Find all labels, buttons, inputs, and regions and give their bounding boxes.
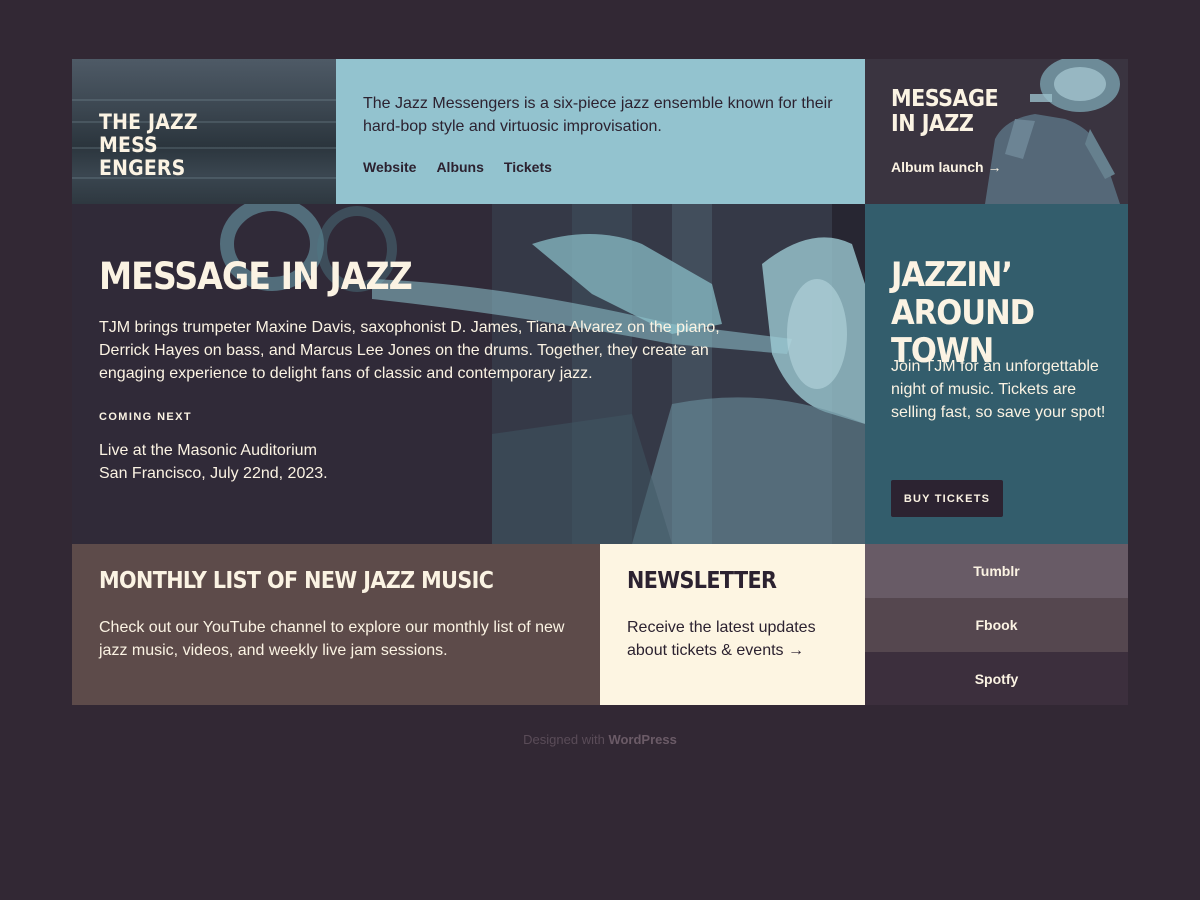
event-details: Live at the Masonic Auditorium San Franc… — [99, 439, 328, 485]
hero-block: MESSAGE IN JAZZ TJM brings trumpeter Max… — [72, 204, 865, 544]
tickets-title: JAZZIN’ AROUND TOWN — [891, 255, 1035, 371]
main-nav: Website Albuns Tickets — [363, 159, 552, 175]
buy-tickets-button[interactable]: BUY TICKETS — [891, 480, 1003, 517]
tickets-block: JAZZIN’ AROUND TOWN Join TJM for an unfo… — [865, 204, 1128, 544]
album-promo-block[interactable]: MESSAGE IN JAZZ Album launch → — [865, 59, 1128, 204]
event-venue: Live at the Masonic Auditorium — [99, 442, 317, 459]
hero-title: MESSAGE IN JAZZ — [99, 255, 413, 298]
event-date: San Francisco, July 22nd, 2023. — [99, 465, 328, 482]
nav-link-tickets[interactable]: Tickets — [504, 159, 552, 175]
tickets-description: Join TJM for an unforgettable night of m… — [891, 358, 1106, 421]
monthly-list-block: MONTHLY LIST OF NEW JAZZ MUSIC Check out… — [72, 544, 600, 705]
social-link-facebook[interactable]: Fbook — [865, 598, 1128, 652]
social-links: Tumblr Fbook Spotfy — [865, 544, 1128, 705]
hero-description: TJM brings trumpeter Maxine Davis, saxop… — [99, 319, 720, 382]
page-grid: THE JAZZ MESS ENGERS The Jazz Messengers… — [72, 59, 1128, 705]
newsletter-block: NEWSLETTER Receive the latest updates ab… — [600, 544, 865, 705]
wordpress-link[interactable]: WordPress — [608, 732, 676, 747]
intro-block: The Jazz Messengers is a six-piece jazz … — [336, 59, 865, 204]
site-title[interactable]: THE JAZZ MESS ENGERS — [99, 111, 198, 180]
coming-next-label: COMING NEXT — [99, 411, 193, 423]
site-logo-block[interactable]: THE JAZZ MESS ENGERS — [72, 59, 336, 204]
intro-description: The Jazz Messengers is a six-piece jazz … — [363, 95, 833, 135]
monthly-description: Check out our YouTube channel to explore… — [99, 619, 565, 659]
promo-title: MESSAGE IN JAZZ — [891, 86, 999, 137]
nav-link-website[interactable]: Website — [363, 159, 416, 175]
wave-decoration — [72, 99, 336, 101]
social-link-tumblr[interactable]: Tumblr — [865, 544, 1128, 598]
album-launch-link[interactable]: Album launch → — [891, 159, 1001, 175]
social-link-spotify[interactable]: Spotfy — [865, 652, 1128, 705]
newsletter-title: NEWSLETTER — [627, 568, 777, 594]
footer-credit: Designed with — [523, 732, 609, 747]
monthly-title: MONTHLY LIST OF NEW JAZZ MUSIC — [99, 568, 494, 594]
site-footer: Designed with WordPress — [0, 732, 1200, 747]
nav-link-albums[interactable]: Albuns — [436, 159, 483, 175]
newsletter-link[interactable]: Receive the latest updates about tickets… — [627, 616, 847, 662]
